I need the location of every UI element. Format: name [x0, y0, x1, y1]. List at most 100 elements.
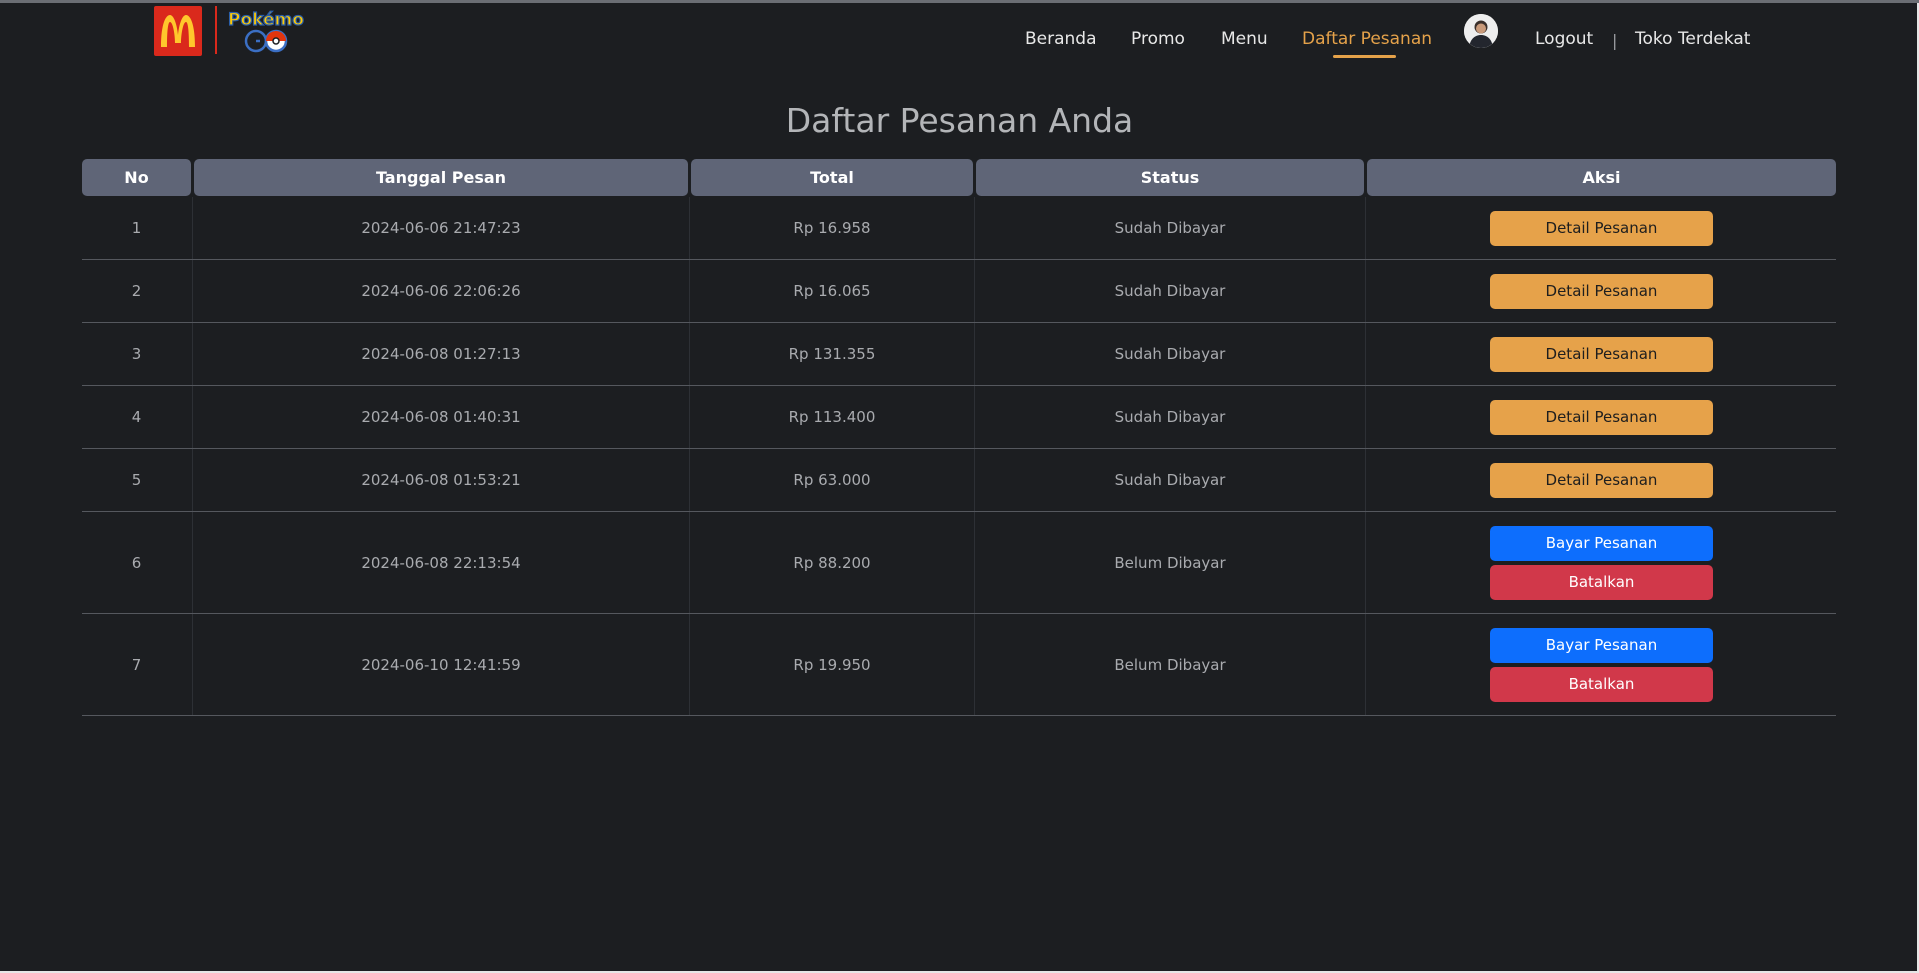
table-row: 4 2024-06-08 01:40:31 Rp 113.400 Sudah Diba…	[82, 386, 1836, 449]
nav-toko-terdekat[interactable]: Toko Terdekat	[1635, 29, 1750, 49]
table-row: 1 2024-06-06 21:47:23 Rp 16.958 Sudah Dibay…	[82, 197, 1836, 260]
golden-arches-icon	[161, 15, 195, 47]
header-tanggal-pesan: Tanggal Pesan	[194, 159, 688, 196]
table-row: 2 2024-06-06 22:06:26 Rp 16.065 Sudah Dibay…	[82, 260, 1836, 323]
cell-tanggal-pesan: 2024-06-06 21:47:23	[361, 219, 521, 237]
table-body: 1 2024-06-06 21:47:23 Rp 16.958 Sudah Dibay…	[82, 197, 1836, 716]
column-separator	[192, 512, 193, 613]
table-row: 3 2024-06-08 01:27:13 Rp 131.355 Sudah Diba…	[82, 323, 1836, 386]
nav-separator: |	[1612, 31, 1618, 50]
detail-pesanan-button[interactable]: Detail Pesanan	[1490, 399, 1713, 435]
column-separator	[192, 260, 193, 322]
nav-menu[interactable]: Menu	[1221, 29, 1268, 49]
cell-status: Sudah Dibayar	[1114, 282, 1226, 300]
header-aksi: Aksi	[1367, 159, 1836, 196]
nav-beranda[interactable]: Beranda	[1025, 29, 1097, 49]
column-separator	[1365, 260, 1366, 322]
detail-pesanan-button[interactable]: Detail Pesanan	[1490, 210, 1713, 246]
cell-total: Rp 88.200	[793, 553, 871, 572]
cell-total: Rp 19.950	[793, 655, 871, 674]
cell-tanggal-pesan: 2024-06-08 22:13:54	[361, 553, 521, 572]
column-separator	[192, 449, 193, 511]
column-separator	[192, 614, 193, 715]
nav-daftar-pesanan[interactable]: Daftar Pesanan	[1302, 29, 1432, 49]
cell-status: Belum Dibayar	[1114, 655, 1226, 674]
page: Pokémon Beranda Promo Menu Daftar Pesana…	[0, 0, 1919, 973]
column-separator	[974, 323, 975, 385]
column-separator	[974, 512, 975, 613]
cell-total: Rp 16.958	[793, 219, 871, 237]
page-title: Daftar Pesanan Anda	[785, 101, 1134, 140]
user-avatar-icon	[1464, 14, 1498, 48]
cell-total: Rp 113.400	[788, 408, 876, 426]
column-separator	[689, 197, 690, 259]
cell-status: Sudah Dibayar	[1114, 471, 1226, 489]
detail-pesanan-button[interactable]: Detail Pesanan	[1490, 273, 1713, 309]
cell-status: Belum Dibayar	[1114, 553, 1226, 572]
cell-total: Rp 16.065	[793, 282, 871, 300]
table-row: 6 2024-06-08 22:13:54 Rp 88.200 Belum Dibay…	[82, 512, 1836, 614]
nav-active-underline	[1333, 55, 1396, 58]
header: Pokémon Beranda Promo Menu Daftar Pesana…	[0, 3, 1919, 63]
column-separator	[689, 323, 690, 385]
cell-no: 1	[131, 219, 142, 237]
detail-pesanan-button[interactable]: Detail Pesanan	[1490, 462, 1713, 498]
column-separator	[1365, 386, 1366, 448]
bayar-pesanan-button[interactable]: Bayar Pesanan	[1490, 627, 1713, 663]
table-row: 5 2024-06-08 01:53:21 Rp 63.000 Sudah Dibay…	[82, 449, 1836, 512]
cell-tanggal-pesan: 2024-06-10 12:41:59	[361, 655, 521, 674]
column-separator	[974, 614, 975, 715]
batalkan-button[interactable]: Batalkan	[1490, 666, 1713, 702]
column-separator	[974, 197, 975, 259]
header-total: Total	[691, 159, 973, 196]
cell-aksi: Bayar Pesanan Batalkan	[1367, 614, 1836, 715]
logo-divider	[215, 6, 217, 54]
column-separator	[1365, 197, 1366, 259]
cell-tanggal-pesan: 2024-06-06 22:06:26	[361, 282, 521, 300]
cell-aksi: Detail Pesanan	[1367, 197, 1836, 259]
column-separator	[689, 449, 690, 511]
cell-status: Sudah Dibayar	[1114, 219, 1226, 237]
cell-aksi: Bayar Pesanan Batalkan	[1367, 512, 1836, 613]
column-separator	[1365, 512, 1366, 613]
column-separator	[974, 449, 975, 511]
column-separator	[1365, 323, 1366, 385]
cell-no: 2	[131, 282, 142, 300]
cell-no: 3	[131, 345, 142, 363]
cell-no: 5	[131, 471, 142, 489]
detail-pesanan-button[interactable]: Detail Pesanan	[1490, 336, 1713, 372]
pokemon-go-logo[interactable]: Pokémon	[226, 5, 317, 57]
orders-table: No Tanggal Pesan Total Status Aksi 1 2024…	[82, 159, 1836, 716]
column-separator	[689, 512, 690, 613]
cell-no: 4	[131, 408, 142, 426]
column-separator	[689, 614, 690, 715]
cell-tanggal-pesan: 2024-06-08 01:40:31	[361, 408, 521, 426]
avatar[interactable]	[1464, 14, 1498, 48]
cell-aksi: Detail Pesanan	[1367, 260, 1836, 322]
table-header: No Tanggal Pesan Total Status Aksi	[82, 159, 1836, 197]
cell-tanggal-pesan: 2024-06-08 01:27:13	[361, 345, 521, 363]
cell-tanggal-pesan: 2024-06-08 01:53:21	[361, 471, 521, 489]
column-separator	[974, 386, 975, 448]
column-separator	[689, 260, 690, 322]
column-separator	[192, 323, 193, 385]
nav-promo[interactable]: Promo	[1131, 29, 1185, 49]
cell-total: Rp 63.000	[793, 471, 871, 489]
batalkan-button[interactable]: Batalkan	[1490, 564, 1713, 600]
cell-status: Sudah Dibayar	[1114, 408, 1226, 426]
cell-no: 7	[131, 655, 142, 674]
nav-logout[interactable]: Logout	[1535, 29, 1593, 49]
column-separator	[974, 260, 975, 322]
column-separator	[192, 386, 193, 448]
column-separator	[1365, 449, 1366, 511]
svg-text:Pokémon: Pokémon	[228, 10, 304, 30]
bayar-pesanan-button[interactable]: Bayar Pesanan	[1490, 525, 1713, 561]
column-separator	[689, 386, 690, 448]
mcdonalds-logo[interactable]	[154, 6, 202, 56]
column-separator	[1365, 614, 1366, 715]
cell-total: Rp 131.355	[788, 345, 876, 363]
header-status: Status	[976, 159, 1364, 196]
column-separator	[192, 197, 193, 259]
cell-aksi: Detail Pesanan	[1367, 323, 1836, 385]
cell-aksi: Detail Pesanan	[1367, 449, 1836, 511]
